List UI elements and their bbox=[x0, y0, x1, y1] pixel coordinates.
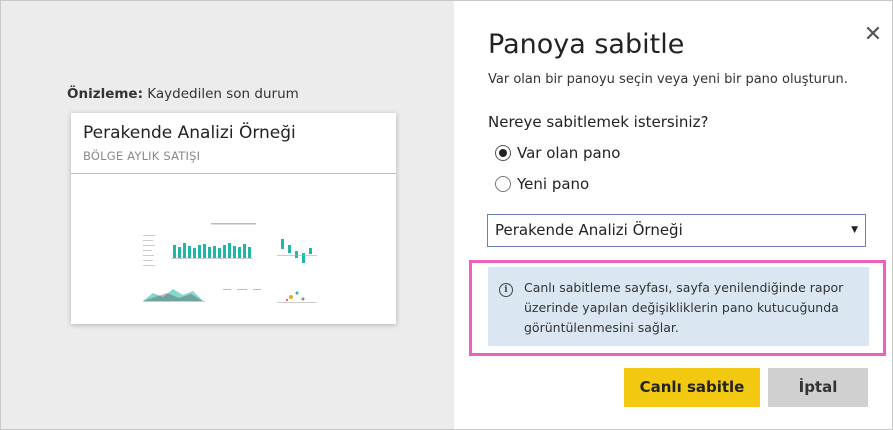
tile-subtitle: BÖLGE AYLIK SATIŞI bbox=[83, 149, 201, 163]
dashboard-select-value: Perakende Analizi Örneği bbox=[495, 221, 683, 239]
preview-caption-value: Kaydedilen son durum bbox=[142, 86, 299, 102]
tile-title: Perakende Analizi Örneği bbox=[83, 123, 296, 143]
dashboard-select[interactable]: Perakende Analizi Örneği ▼ bbox=[487, 214, 866, 247]
radio-button-unselected[interactable] bbox=[495, 176, 511, 192]
preview-caption: Önizleme: Kaydedilen son durum bbox=[67, 86, 299, 102]
pin-to-dashboard-dialog: Önizleme: Kaydedilen son durum Perakende… bbox=[0, 0, 893, 430]
pin-live-button[interactable]: Canlı sabitle bbox=[624, 368, 760, 407]
close-icon[interactable]: ✕ bbox=[859, 21, 887, 49]
preview-panel: Önizleme: Kaydedilen son durum Perakende… bbox=[1, 1, 454, 429]
info-message: i Canlı sabitleme sayfası, sayfa yenilen… bbox=[488, 267, 869, 346]
dialog-title: Panoya sabitle bbox=[488, 29, 685, 60]
dialog-subtitle: Var olan bir panoyu seçin veya yeni bir … bbox=[488, 72, 848, 87]
preview-tile: Perakende Analizi Örneği BÖLGE AYLIK SAT… bbox=[71, 113, 396, 324]
report-thumbnail bbox=[143, 223, 317, 303]
dropdown-arrow-icon[interactable]: ▼ bbox=[851, 215, 858, 246]
tile-divider bbox=[71, 173, 396, 174]
pin-location-question: Nereye sabitlemek istersiniz? bbox=[488, 113, 709, 131]
preview-caption-label: Önizleme: bbox=[67, 86, 143, 102]
radio-label-new: Yeni pano bbox=[517, 175, 590, 193]
cancel-button[interactable]: İptal bbox=[768, 368, 868, 407]
info-text: Canlı sabitleme sayfası, sayfa yenilendi… bbox=[524, 280, 844, 335]
radio-label-existing: Var olan pano bbox=[517, 144, 621, 162]
info-icon: i bbox=[499, 283, 513, 297]
radio-new-dashboard[interactable]: Yeni pano bbox=[495, 174, 589, 194]
radio-button-selected[interactable] bbox=[495, 145, 511, 161]
radio-existing-dashboard[interactable]: Var olan pano bbox=[495, 143, 620, 163]
